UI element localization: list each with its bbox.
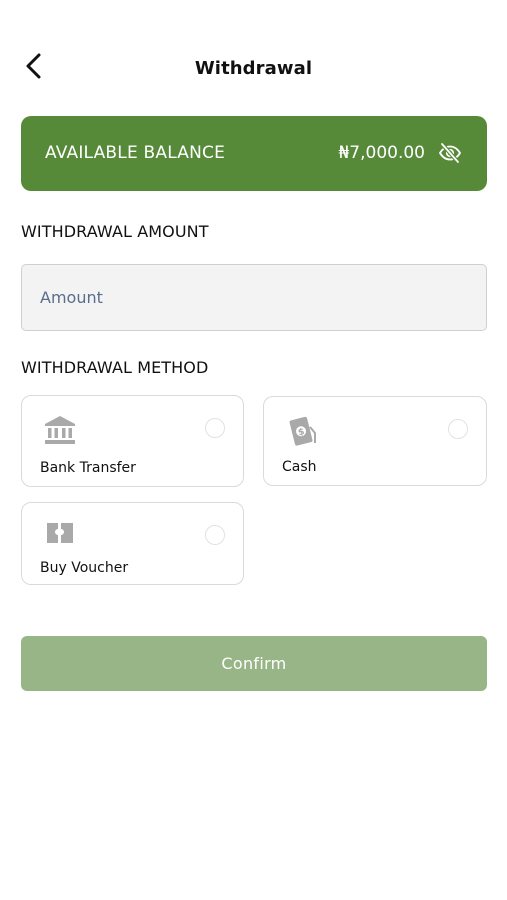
bank-transfer-radio[interactable] xyxy=(205,418,225,438)
page-title: Withdrawal xyxy=(194,58,313,79)
method-option-buy-voucher[interactable]: Buy Voucher xyxy=(21,502,244,585)
method-label-bank-transfer: Bank Transfer xyxy=(40,460,136,476)
withdrawal-method-label: WITHDRAWAL METHOD xyxy=(21,358,209,377)
balance-card: AVAILABLE BALANCE ₦7,000.00 xyxy=(21,116,487,191)
voucher-icon xyxy=(42,515,78,551)
cash-radio[interactable] xyxy=(448,419,468,439)
balance-amount: ₦7,000.00 xyxy=(338,143,425,163)
eye-off-icon xyxy=(438,142,462,164)
bank-icon xyxy=(42,412,78,448)
method-label-buy-voucher: Buy Voucher xyxy=(40,560,129,576)
toggle-balance-visibility-button[interactable] xyxy=(437,140,463,166)
method-option-bank-transfer[interactable]: Bank Transfer xyxy=(21,395,244,487)
confirm-button[interactable]: Confirm xyxy=(21,636,487,691)
method-label-cash: Cash xyxy=(282,459,317,475)
cash-icon: $ xyxy=(284,413,320,449)
amount-input[interactable] xyxy=(21,264,487,331)
method-option-cash[interactable]: $ Cash xyxy=(263,396,487,486)
buy-voucher-radio[interactable] xyxy=(205,525,225,545)
withdrawal-amount-label: WITHDRAWAL AMOUNT xyxy=(21,222,209,241)
balance-label: AVAILABLE BALANCE xyxy=(45,143,226,163)
